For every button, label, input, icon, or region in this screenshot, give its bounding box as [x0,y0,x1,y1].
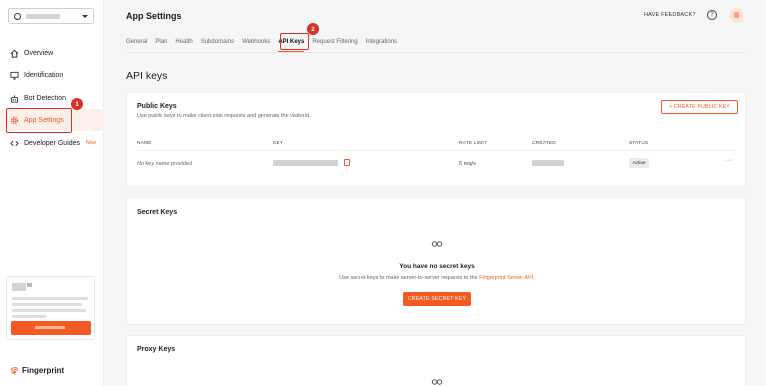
tab-plan[interactable]: Plan [155,37,167,52]
brand: Fingerprint [10,366,64,375]
promo-image-detail [27,283,32,287]
key-value-redacted [273,160,338,166]
key-icon [431,379,443,385]
home-icon [10,49,19,58]
promo-text-line [12,303,82,306]
promo-card [6,276,95,340]
tab-general[interactable]: General [126,37,147,52]
empty-state-text: Use secret keys to make server-to-server… [339,275,480,281]
help-icon[interactable]: ? [707,10,717,20]
more-actions-icon[interactable]: ··· [725,157,734,164]
feedback-link[interactable]: HAVE FEEDBACK? [644,12,696,18]
sidebar: Overview Identification Bot Detection Ap… [0,0,104,386]
promo-text-line [12,309,86,312]
sidebar-item-label: Identification [24,71,64,79]
proxy-keys-card: Proxy Keys [126,335,746,386]
server-api-link[interactable]: Fingerprint Server API [479,275,533,281]
empty-state-title: You have no secret keys [399,263,475,270]
step-badge-1: 1 [71,98,83,110]
brand-name: Fingerprint [22,366,65,375]
secret-keys-title: Secret Keys [137,209,178,216]
sidebar-item-identification[interactable]: Identification [0,64,104,86]
code-icon [10,139,19,148]
key-icon [431,241,443,247]
proxy-keys-title: Proxy Keys [137,346,176,353]
tabs-divider [126,52,746,53]
column-header-created: CREATED [532,141,556,146]
copy-icon[interactable] [344,159,350,166]
workspace-name-redacted [26,13,60,19]
sidebar-item-developer-guides[interactable]: Developer Guides New [0,132,104,154]
key-name-cell: No key name provided [137,161,193,167]
secret-keys-card: Secret Keys You have no secret keys Use … [126,197,746,325]
public-keys-card: Public Keys Use public keys to make clie… [126,92,746,187]
promo-text-line [12,297,88,300]
tab-webhooks[interactable]: Webhooks [242,37,270,52]
new-badge: New [86,140,97,146]
chevron-down-icon [82,14,88,18]
page-title: App Settings [126,11,182,21]
column-header-key: KEY [273,141,284,146]
globe-icon [14,12,21,20]
empty-state-description: Use secret keys to make server-to-server… [127,275,747,281]
highlight-box-app-settings [6,108,72,133]
monitor-icon [10,71,19,80]
tab-health[interactable]: Health [175,37,192,52]
settings-tabs: General Plan Health Subdomains Webhooks … [126,37,405,52]
workspace-select[interactable] [8,8,94,24]
tab-integrations[interactable]: Integrations [366,37,397,52]
public-keys-title: Public Keys [137,103,177,110]
column-header-status: STATUS [629,141,649,146]
highlight-box-api-keys [280,33,309,50]
tab-request-filtering[interactable]: Request Filtering [312,37,357,52]
promo-cta-button[interactable] [11,321,91,335]
rate-limit-cell: 5 req/s [459,161,476,167]
status-badge: Active [629,158,649,168]
sidebar-item-label: Bot Detection [24,94,67,102]
promo-text-line [12,315,46,318]
step-badge-2: 2 [307,23,319,35]
column-header-name: NAME [137,141,152,146]
sidebar-item-label: Developer Guides [24,139,81,147]
public-keys-description: Use public keys to make client-side requ… [137,113,311,119]
bot-icon [10,94,19,103]
avatar[interactable] [729,8,744,23]
promo-image [12,283,26,291]
tab-subdomains[interactable]: Subdomains [201,37,234,52]
create-secret-key-button[interactable]: CREATE SECRET KEY [403,292,471,306]
fingerprint-logo-icon [10,367,19,375]
empty-state-text-end: . [533,275,535,281]
created-date-redacted [532,160,564,166]
create-public-key-button[interactable]: + CREATE PUBLIC KEY [661,100,738,114]
table-divider [137,150,737,151]
sidebar-item-overview[interactable]: Overview [0,42,104,64]
sidebar-item-label: Overview [24,49,54,57]
section-title: API keys [126,70,168,82]
sidebar-item-bot-detection[interactable]: Bot Detection [0,87,104,109]
column-header-rate-limit: RATE LIMIT [459,141,488,146]
